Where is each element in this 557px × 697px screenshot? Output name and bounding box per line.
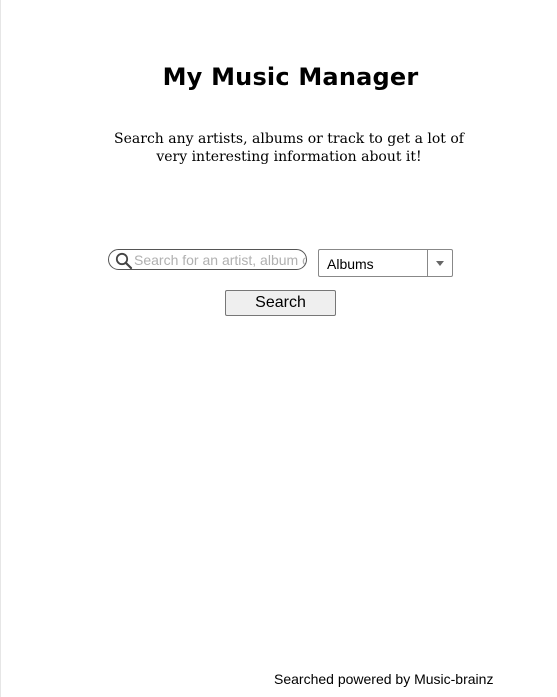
chevron-down-icon [436,261,444,266]
page-subtitle: Search any artists, albums or track to g… [114,131,464,165]
footer-credit: Searched powered by Music-brainz [274,671,494,687]
category-select-toggle[interactable] [427,250,452,276]
search-icon [115,252,133,269]
category-select-value: Albums [327,256,374,272]
search-box[interactable] [108,249,307,270]
category-select[interactable]: Albums [318,249,453,277]
search-button[interactable]: Search [225,290,336,316]
page-title: My Music Manager [162,63,419,91]
page-left-border [0,0,1,697]
search-input[interactable] [134,251,306,268]
